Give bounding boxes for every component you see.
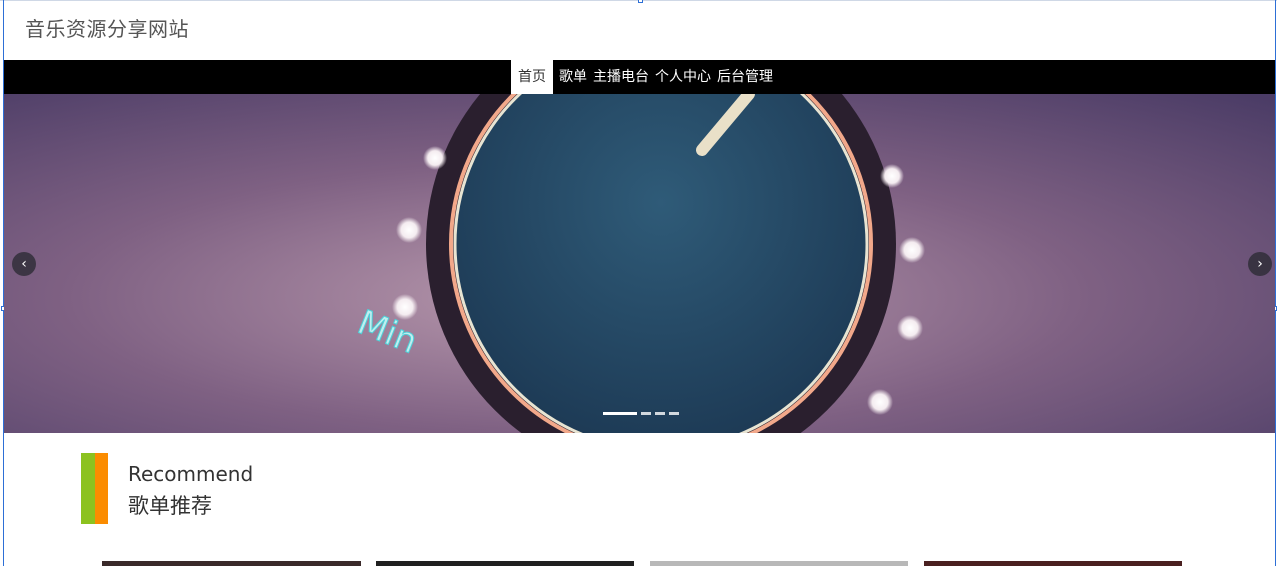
window-frame-right — [1275, 0, 1276, 566]
nav-item-playlists[interactable]: 歌单 — [556, 60, 590, 94]
accent-bar-orange — [95, 453, 108, 524]
section-title-cn: 歌单推荐 — [128, 494, 212, 518]
nav-item-home[interactable]: 首页 — [511, 60, 553, 94]
nav-item-admin[interactable]: 后台管理 — [714, 60, 776, 94]
chevron-left-icon: ‹ — [21, 256, 27, 272]
resize-handle-top[interactable] — [638, 0, 643, 3]
carousel-prev-button[interactable]: ‹ — [12, 252, 36, 276]
section-accent-mark — [81, 453, 108, 524]
carousel-indicator[interactable] — [603, 412, 637, 415]
chevron-right-icon: › — [1257, 256, 1263, 272]
carousel-indicators — [603, 412, 679, 415]
nav-item-profile[interactable]: 个人中心 — [652, 60, 714, 94]
playlist-grid — [0, 561, 1277, 566]
playlist-card[interactable] — [102, 561, 361, 566]
nav-menu: 首页 歌单 主播电台 个人中心 后台管理 — [511, 60, 776, 94]
carousel-indicator[interactable] — [669, 412, 679, 415]
carousel-indicator[interactable] — [641, 412, 651, 415]
banner-image: Min — [4, 94, 1275, 433]
banner-carousel[interactable]: Min ‹ › — [4, 94, 1275, 433]
carousel-next-button[interactable]: › — [1248, 252, 1272, 276]
nav-item-radio[interactable]: 主播电台 — [590, 60, 652, 94]
playlist-card[interactable] — [924, 561, 1182, 566]
playlist-card[interactable] — [650, 561, 908, 566]
playlist-card[interactable] — [376, 561, 634, 566]
section-title-en: Recommend — [128, 462, 254, 486]
carousel-indicator[interactable] — [655, 412, 665, 415]
accent-bar-green — [81, 453, 95, 524]
main-navbar: 首页 歌单 主播电台 个人中心 后台管理 — [4, 60, 1275, 94]
site-title: 音乐资源分享网站 — [25, 17, 189, 41]
